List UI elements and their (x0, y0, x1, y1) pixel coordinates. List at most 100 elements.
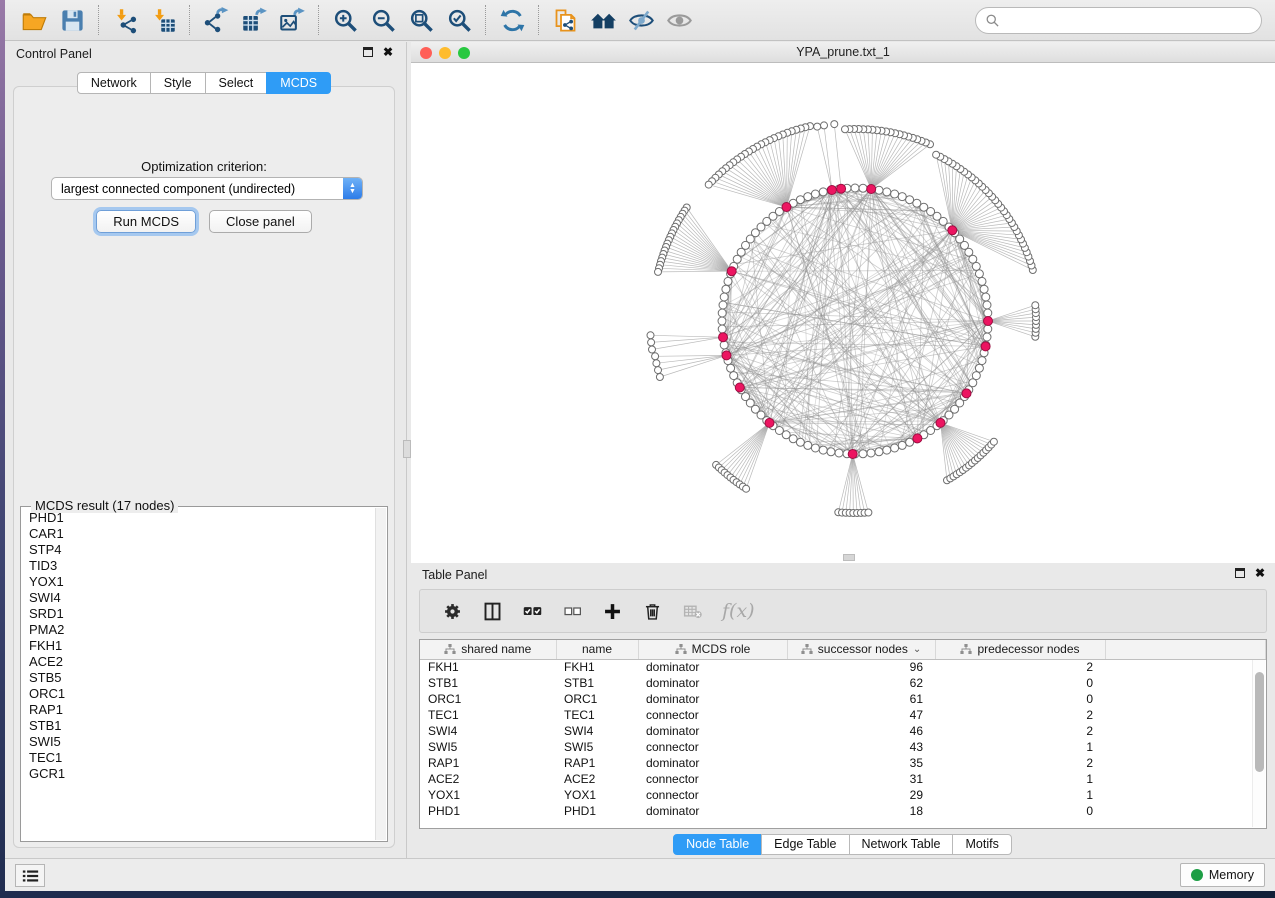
ring-node[interactable] (851, 184, 859, 192)
gear-icon[interactable] (442, 601, 463, 622)
table-row[interactable]: SWI4SWI4dominator462 (420, 723, 1266, 739)
list-item[interactable]: TEC1 (22, 750, 375, 766)
leaf-node[interactable] (1032, 302, 1039, 309)
run-mcds-button[interactable]: Run MCDS (96, 210, 196, 233)
show-all-icon[interactable] (660, 3, 698, 37)
ring-node[interactable] (859, 450, 867, 458)
mcds-node[interactable] (735, 383, 744, 392)
ring-node[interactable] (724, 277, 732, 285)
leaf-node[interactable] (865, 509, 872, 516)
ring-node[interactable] (811, 444, 819, 452)
duplicate-network-icon[interactable] (546, 3, 584, 37)
import-table-icon[interactable] (144, 3, 182, 37)
tab-motifs[interactable]: Motifs (952, 834, 1011, 855)
mcds-node[interactable] (722, 351, 731, 360)
float-panel-icon[interactable] (363, 47, 373, 57)
leaf-node[interactable] (656, 374, 663, 381)
zoom-in-icon[interactable] (326, 3, 364, 37)
table-row[interactable]: PHD1PHD1dominator180 (420, 803, 1266, 819)
zoom-selected-icon[interactable] (440, 3, 478, 37)
ring-node[interactable] (835, 449, 843, 457)
tab-mcds[interactable]: MCDS (266, 72, 331, 94)
list-item[interactable]: STB1 (22, 718, 375, 734)
mcds-node[interactable] (867, 185, 876, 194)
col-predecessor-nodes[interactable]: predecessor nodes (935, 640, 1105, 659)
list-item[interactable]: STB5 (22, 670, 375, 686)
ring-node[interactable] (859, 184, 867, 192)
mcds-node[interactable] (837, 184, 846, 193)
deselect-all-icon[interactable] (562, 601, 583, 622)
list-item[interactable]: PMA2 (22, 622, 375, 638)
mcds-node[interactable] (848, 450, 857, 459)
close-panel-icon[interactable]: ✖ (1255, 568, 1265, 578)
ring-node[interactable] (804, 193, 812, 201)
task-history-button[interactable] (15, 864, 45, 887)
export-table-icon[interactable] (235, 3, 273, 37)
leaf-node[interactable] (821, 122, 828, 129)
leaf-node[interactable] (814, 123, 821, 130)
ring-node[interactable] (891, 190, 899, 198)
mcds-node[interactable] (827, 186, 836, 195)
ring-node[interactable] (827, 448, 835, 456)
ring-node[interactable] (804, 441, 812, 449)
table-row[interactable]: TEC1TEC1connector472 (420, 707, 1266, 723)
col-mcds-role[interactable]: MCDS role (638, 640, 787, 659)
mcds-node[interactable] (782, 203, 791, 212)
table-row[interactable]: YOX1YOX1connector291 (420, 787, 1266, 803)
export-network-icon[interactable] (197, 3, 235, 37)
ring-node[interactable] (811, 190, 819, 198)
close-panel-icon[interactable]: ✖ (383, 47, 393, 57)
list-item[interactable]: SRD1 (22, 606, 375, 622)
mcds-node[interactable] (913, 434, 922, 443)
tab-network[interactable]: Network (77, 72, 151, 94)
list-item[interactable]: ACE2 (22, 654, 375, 670)
ring-node[interactable] (867, 449, 875, 457)
zoom-out-icon[interactable] (364, 3, 402, 37)
show-columns-icon[interactable] (482, 601, 503, 622)
list-item[interactable]: SWI5 (22, 734, 375, 750)
vertical-splitter[interactable] (403, 42, 411, 858)
add-column-icon[interactable] (602, 601, 623, 622)
ring-node[interactable] (898, 441, 906, 449)
open-folder-icon[interactable] (15, 3, 53, 37)
table-row[interactable]: STB1STB1dominator620 (420, 675, 1266, 691)
leaf-node[interactable] (647, 332, 654, 339)
ring-node[interactable] (719, 301, 727, 309)
criterion-select[interactable]: largest connected component (undirected)… (51, 177, 363, 200)
table-scroll-thumb[interactable] (1255, 672, 1264, 772)
ring-node[interactable] (796, 438, 804, 446)
horizontal-splitter-grip[interactable] (843, 554, 855, 561)
table-row[interactable]: RAP1RAP1dominator352 (420, 755, 1266, 771)
leaf-node[interactable] (653, 360, 660, 367)
leaf-node[interactable] (652, 353, 659, 360)
ring-node[interactable] (875, 448, 883, 456)
table-scrollbar[interactable] (1252, 660, 1265, 827)
ring-node[interactable] (718, 325, 726, 333)
mcds-node[interactable] (765, 418, 774, 427)
table-row[interactable]: ORC1ORC1dominator610 (420, 691, 1266, 707)
tab-node-table[interactable]: Node Table (673, 834, 762, 855)
mcds-list-scrollbar[interactable] (375, 508, 386, 840)
table-row[interactable]: FKH1FKH1dominator962 (420, 659, 1266, 675)
list-item[interactable]: GCR1 (22, 766, 375, 782)
leaf-node[interactable] (648, 339, 655, 346)
leaf-node[interactable] (649, 346, 656, 353)
leaf-node[interactable] (842, 126, 849, 133)
ring-node[interactable] (984, 309, 992, 317)
mcds-node[interactable] (727, 267, 736, 276)
splitter-grip[interactable] (403, 440, 411, 458)
search-input[interactable] (1005, 14, 1261, 28)
ring-node[interactable] (972, 372, 980, 380)
save-icon[interactable] (53, 3, 91, 37)
export-image-icon[interactable] (273, 3, 311, 37)
list-item[interactable]: FKH1 (22, 638, 375, 654)
mcds-node[interactable] (948, 226, 957, 235)
list-item[interactable]: TID3 (22, 558, 375, 574)
leaf-node[interactable] (990, 438, 997, 445)
mcds-node[interactable] (981, 342, 990, 351)
col-shared-name[interactable]: shared name (420, 640, 556, 659)
ring-node[interactable] (722, 285, 730, 293)
memory-button[interactable]: Memory (1180, 863, 1265, 887)
leaf-node[interactable] (743, 485, 750, 492)
ring-node[interactable] (883, 446, 891, 454)
